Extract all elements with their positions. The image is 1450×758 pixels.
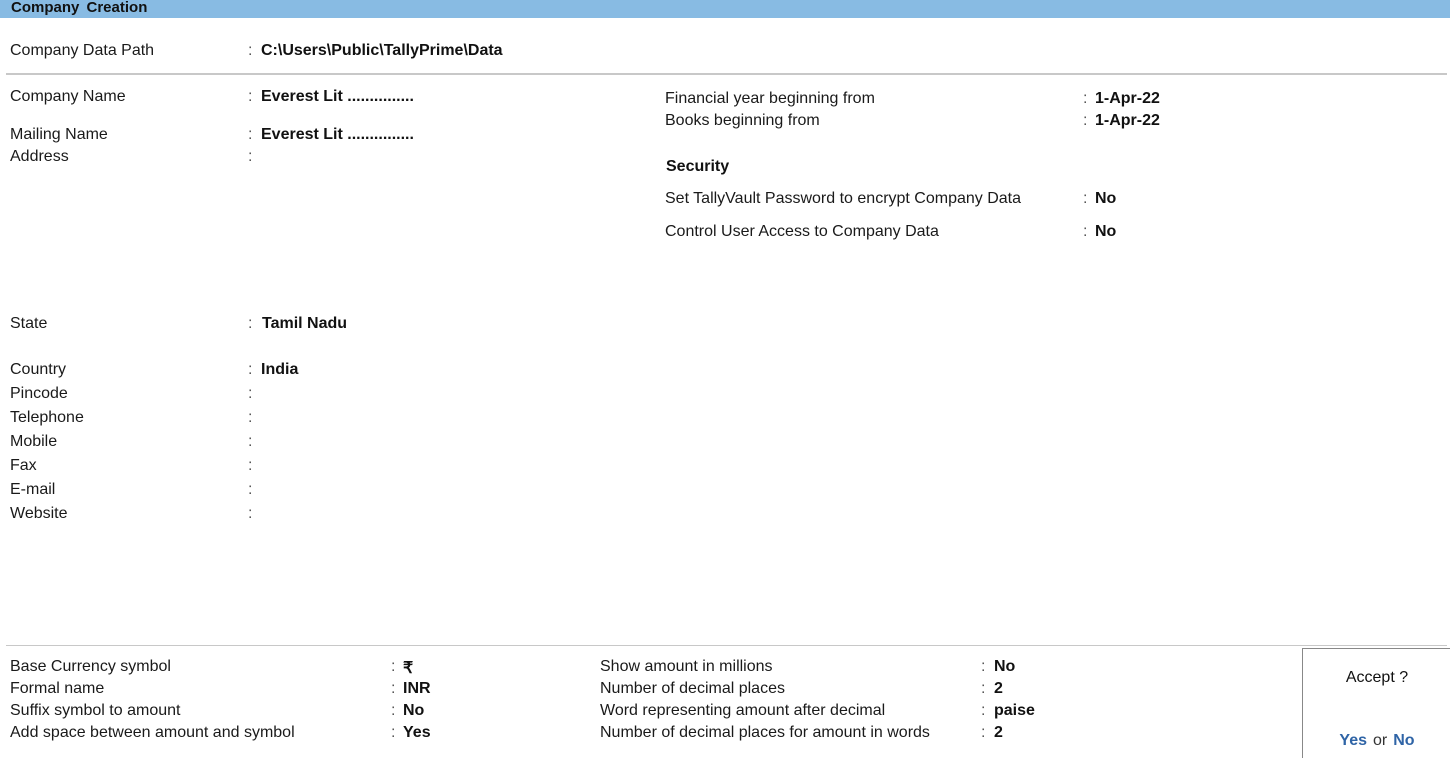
colon: : <box>1083 190 1088 207</box>
pincode-label: Pincode <box>10 385 68 402</box>
add-space-field[interactable]: Yes <box>403 724 431 742</box>
accept-question: Accept ? <box>1345 669 1409 686</box>
suffix-symbol-label: Suffix symbol to amount <box>10 702 181 719</box>
decimal-word-field[interactable]: paise <box>994 702 1035 720</box>
accept-yes-button[interactable]: Yes <box>1339 732 1367 749</box>
colon: : <box>248 88 253 105</box>
divider <box>6 645 1447 646</box>
colon: : <box>248 409 253 426</box>
country-field[interactable]: India <box>261 361 298 379</box>
base-currency-field[interactable]: ₹ <box>403 658 413 678</box>
base-currency-label: Base Currency symbol <box>10 658 171 675</box>
mailing-name-label: Mailing Name <box>10 126 108 143</box>
colon: : <box>248 385 253 402</box>
fax-label: Fax <box>10 457 37 474</box>
colon: : <box>391 702 396 719</box>
colon: : <box>248 148 253 165</box>
show-millions-field[interactable]: No <box>994 658 1015 676</box>
formal-name-field[interactable]: INR <box>403 680 431 698</box>
colon: : <box>391 724 396 741</box>
data-path-label: Company Data Path <box>10 42 155 59</box>
words-decimal-places-field[interactable]: 2 <box>994 724 1003 742</box>
data-path-value[interactable]: C:\Users\Public\TallyPrime\Data <box>261 42 503 60</box>
decimal-places-field[interactable]: 2 <box>994 680 1003 698</box>
telephone-label: Telephone <box>10 409 84 426</box>
colon: : <box>391 658 396 675</box>
email-label: E-mail <box>10 481 56 498</box>
books-begin-field[interactable]: 1-Apr-22 <box>1095 112 1160 130</box>
fy-begin-label: Financial year beginning from <box>665 90 875 107</box>
website-field[interactable] <box>261 505 411 523</box>
formal-name-label: Formal name <box>10 680 105 697</box>
accept-dialog: Accept ? Yes or No <box>1302 648 1450 758</box>
colon: : <box>248 505 253 522</box>
pincode-field[interactable] <box>261 385 411 403</box>
words-decimal-places-label: Number of decimal places for amount in w… <box>600 724 930 741</box>
address-field[interactable] <box>261 148 461 166</box>
colon: : <box>1083 223 1088 240</box>
accept-options: Yes or No <box>1303 732 1450 750</box>
security-heading: Security <box>666 158 730 175</box>
colon: : <box>248 457 253 474</box>
colon: : <box>248 42 253 59</box>
state-field[interactable]: Tamil Nadu <box>262 315 347 333</box>
colon: : <box>248 361 253 378</box>
tallyvault-field[interactable]: No <box>1095 190 1116 208</box>
user-access-label: Control User Access to Company Data <box>665 223 939 240</box>
colon: : <box>1083 90 1088 107</box>
mailing-name-field[interactable]: Everest Lit ............... <box>261 126 414 144</box>
accept-or-text: or <box>1373 732 1388 749</box>
colon: : <box>981 724 986 741</box>
state-label: State <box>10 315 48 332</box>
title-bar: Company Creation <box>0 0 1450 18</box>
colon: : <box>1083 112 1088 129</box>
telephone-field[interactable] <box>261 409 411 427</box>
website-label: Website <box>10 505 68 522</box>
colon: : <box>248 315 253 332</box>
mobile-label: Mobile <box>10 433 58 450</box>
colon: : <box>981 702 986 719</box>
fy-begin-field[interactable]: 1-Apr-22 <box>1095 90 1160 108</box>
colon: : <box>981 680 986 697</box>
books-begin-label: Books beginning from <box>665 112 820 129</box>
colon: : <box>248 126 253 143</box>
add-space-label: Add space between amount and symbol <box>10 724 295 741</box>
decimal-word-label: Word representing amount after decimal <box>600 702 886 719</box>
fax-field[interactable] <box>261 457 411 475</box>
show-millions-label: Show amount in millions <box>600 658 773 675</box>
address-label: Address <box>10 148 69 165</box>
tallyvault-label: Set TallyVault Password to encrypt Compa… <box>665 190 1022 207</box>
window-title: Company Creation <box>11 0 148 16</box>
colon: : <box>981 658 986 675</box>
decimal-places-label: Number of decimal places <box>600 680 785 697</box>
company-name-field[interactable]: Everest Lit ............... <box>261 88 414 106</box>
email-field[interactable] <box>261 481 411 499</box>
divider <box>6 73 1447 75</box>
colon: : <box>248 481 253 498</box>
country-label: Country <box>10 361 67 378</box>
mobile-field[interactable] <box>261 433 411 451</box>
colon: : <box>248 433 253 450</box>
suffix-symbol-field[interactable]: No <box>403 702 424 720</box>
colon: : <box>391 680 396 697</box>
company-name-label: Company Name <box>10 88 126 105</box>
accept-no-button[interactable]: No <box>1393 732 1414 749</box>
user-access-field[interactable]: No <box>1095 223 1116 241</box>
